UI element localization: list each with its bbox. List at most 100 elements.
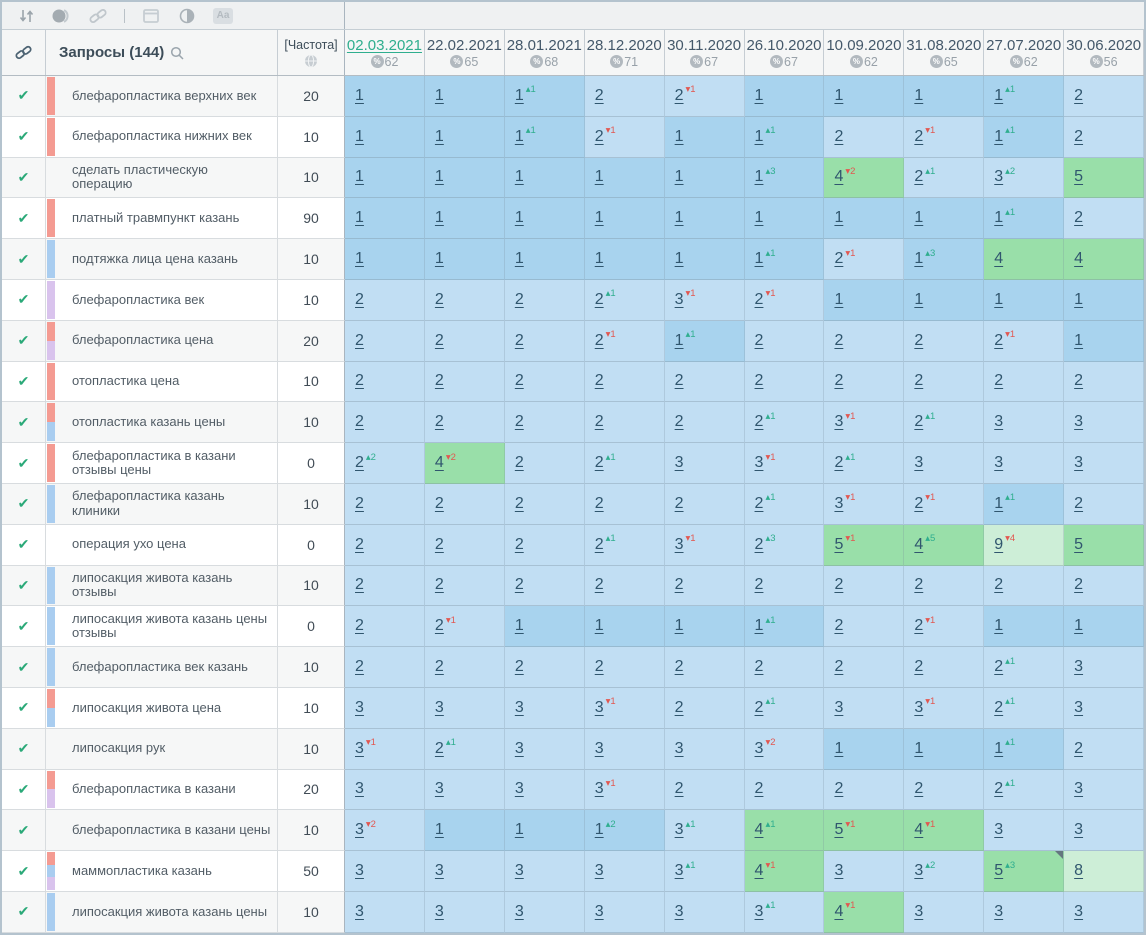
date-link[interactable]: 10.09.2020	[826, 37, 901, 54]
position-value[interactable]: 1	[994, 495, 1003, 513]
position-cell[interactable]: 3	[984, 443, 1064, 484]
position-cell[interactable]: 3	[665, 729, 745, 770]
position-cell[interactable]: 1	[505, 198, 585, 239]
position-cell[interactable]: 1	[745, 76, 825, 117]
position-cell[interactable]: 3	[585, 892, 665, 933]
position-value[interactable]: 2	[435, 372, 444, 390]
position-value[interactable]: 2	[834, 658, 843, 676]
position-cell[interactable]: 3▾1	[345, 729, 425, 770]
position-value[interactable]: 2	[994, 372, 1003, 390]
position-cell[interactable]: 2	[425, 280, 505, 321]
position-value[interactable]: 3	[435, 903, 444, 921]
keyword-checkbox[interactable]: ✔	[2, 484, 46, 525]
position-cell[interactable]: 3	[505, 851, 585, 892]
position-value[interactable]: 2	[515, 372, 524, 390]
position-cell[interactable]: 2	[824, 362, 904, 403]
position-value[interactable]: 1	[515, 168, 524, 186]
position-value[interactable]: 2	[1074, 87, 1083, 105]
position-cell[interactable]: 2	[425, 566, 505, 607]
position-cell[interactable]: 1▴1	[505, 117, 585, 158]
position-cell[interactable]: 3▴1	[665, 810, 745, 851]
position-cell[interactable]: 1	[425, 76, 505, 117]
position-cell[interactable]: 3	[984, 810, 1064, 851]
position-value[interactable]: 2	[834, 372, 843, 390]
position-value[interactable]: 1	[755, 209, 764, 227]
position-cell[interactable]: 2	[1064, 362, 1144, 403]
position-value[interactable]: 2	[435, 536, 444, 554]
position-cell[interactable]: 2▾1	[984, 321, 1064, 362]
keyword-cell[interactable]: отопластика цена	[46, 362, 278, 403]
position-value[interactable]: 3	[755, 454, 764, 472]
position-value[interactable]: 3	[595, 780, 604, 798]
position-value[interactable]: 2	[355, 536, 364, 554]
position-value[interactable]: 3	[675, 454, 684, 472]
position-cell[interactable]: 2	[745, 321, 825, 362]
position-cell[interactable]: 1	[665, 606, 745, 647]
position-value[interactable]: 2	[595, 413, 604, 431]
position-cell[interactable]: 2	[345, 606, 425, 647]
date-link[interactable]: 27.07.2020	[986, 37, 1061, 54]
date-link[interactable]: 02.03.2021	[347, 37, 422, 54]
keyword-checkbox[interactable]: ✔	[2, 647, 46, 688]
position-cell[interactable]: 3	[425, 851, 505, 892]
date-link[interactable]: 26.10.2020	[746, 37, 821, 54]
position-value[interactable]: 1	[355, 209, 364, 227]
position-cell[interactable]: 2	[585, 362, 665, 403]
keyword-checkbox[interactable]: ✔	[2, 198, 46, 239]
position-cell[interactable]: 2	[824, 321, 904, 362]
position-cell[interactable]: 5	[1064, 525, 1144, 566]
position-value[interactable]: 3	[914, 903, 923, 921]
position-cell[interactable]: 2	[345, 566, 425, 607]
position-cell[interactable]: 1	[824, 729, 904, 770]
position-cell[interactable]: 1▴1	[505, 76, 585, 117]
position-cell[interactable]: 1▴3	[745, 158, 825, 199]
keyword-cell[interactable]: блефаропластика в казани отзывы цены	[46, 443, 278, 484]
position-cell[interactable]: 2▴1	[585, 525, 665, 566]
position-cell[interactable]: 2▾1	[904, 606, 984, 647]
position-cell[interactable]: 2	[904, 321, 984, 362]
position-value[interactable]: 5	[834, 536, 843, 554]
position-cell[interactable]: 3	[345, 851, 425, 892]
position-cell[interactable]: 2	[585, 484, 665, 525]
position-value[interactable]: 5	[1074, 168, 1083, 186]
position-value[interactable]: 2	[595, 576, 604, 594]
position-value[interactable]: 2	[675, 372, 684, 390]
position-cell[interactable]: 2	[585, 647, 665, 688]
position-value[interactable]: 3	[675, 903, 684, 921]
position-value[interactable]: 1	[1074, 617, 1083, 635]
position-value[interactable]: 2	[595, 372, 604, 390]
keyword-cell[interactable]: блефаропластика век	[46, 280, 278, 321]
date-link[interactable]: 30.11.2020	[667, 37, 741, 54]
position-value[interactable]: 3	[1074, 658, 1083, 676]
position-cell[interactable]: 2	[904, 770, 984, 811]
position-value[interactable]: 2	[355, 413, 364, 431]
position-value[interactable]: 2	[435, 658, 444, 676]
position-value[interactable]: 2	[675, 699, 684, 717]
position-value[interactable]: 2	[355, 291, 364, 309]
position-value[interactable]: 9	[994, 536, 1003, 554]
position-value[interactable]: 2	[834, 454, 843, 472]
keyword-checkbox[interactable]: ✔	[2, 362, 46, 403]
position-cell[interactable]: 1	[505, 606, 585, 647]
position-value[interactable]: 3	[914, 699, 923, 717]
position-cell[interactable]: 3▾1	[904, 688, 984, 729]
frequency-column-header[interactable]: [Частота]	[278, 30, 345, 75]
position-cell[interactable]: 2▾1	[665, 76, 745, 117]
panel-icon[interactable]	[141, 6, 161, 26]
position-cell[interactable]: 2	[345, 647, 425, 688]
position-cell[interactable]: 9▾4	[984, 525, 1064, 566]
position-cell[interactable]: 1▴1	[984, 729, 1064, 770]
position-value[interactable]: 2	[1074, 495, 1083, 513]
position-value[interactable]: 3	[994, 903, 1003, 921]
position-value[interactable]: 2	[355, 576, 364, 594]
position-value[interactable]: 2	[675, 87, 684, 105]
position-cell[interactable]: 2▴1	[585, 443, 665, 484]
position-value[interactable]: 1	[675, 168, 684, 186]
position-cell[interactable]: 2	[665, 402, 745, 443]
keyword-cell[interactable]: липосакция живота казань отзывы	[46, 566, 278, 607]
position-value[interactable]: 3	[355, 903, 364, 921]
position-cell[interactable]: 2	[585, 402, 665, 443]
position-value[interactable]: 1	[355, 128, 364, 146]
position-cell[interactable]: 1	[585, 239, 665, 280]
position-value[interactable]: 3	[994, 168, 1003, 186]
